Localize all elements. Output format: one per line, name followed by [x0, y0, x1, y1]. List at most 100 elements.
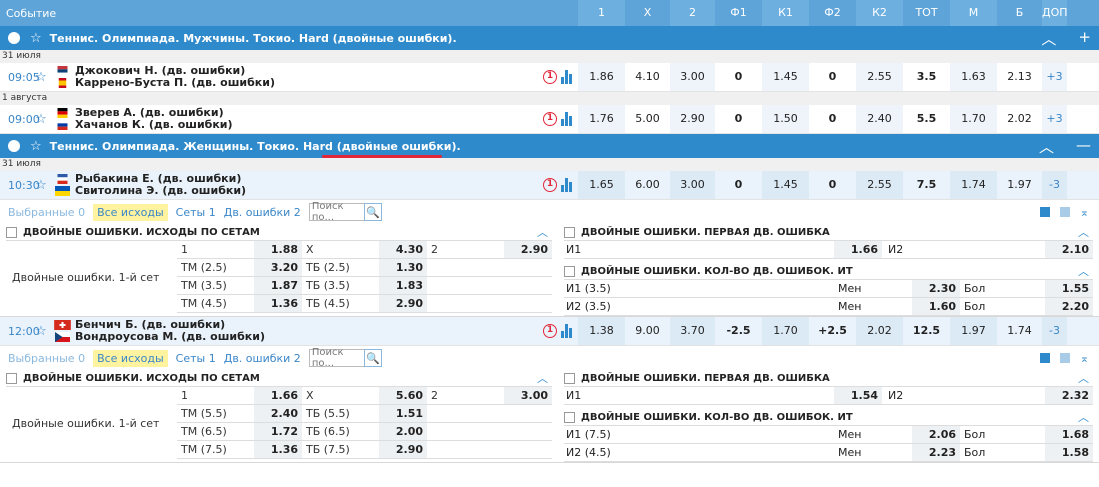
- chevron-up-icon[interactable]: ︿: [537, 224, 548, 240]
- stats-bars-icon[interactable]: [561, 70, 572, 84]
- odd-total-under[interactable]: 1.36: [254, 295, 302, 312]
- chevron-up-icon[interactable]: ︿: [1041, 28, 1056, 49]
- odd-total-over[interactable]: 1.51: [379, 405, 427, 422]
- two-column-view-icon[interactable]: [1039, 353, 1050, 363]
- odd-over[interactable]: 1.55: [1045, 280, 1093, 297]
- odd-cell[interactable]: 2.02: [856, 317, 903, 345]
- player-2[interactable]: Каррено-Буста П. (дв. ошибки): [75, 77, 275, 89]
- odd-cell[interactable]: 7.5: [903, 171, 950, 199]
- odd-x[interactable]: 5.60: [379, 387, 427, 404]
- odd-cell[interactable]: +2.5: [809, 317, 856, 345]
- odd-under[interactable]: 2.06: [912, 426, 960, 443]
- tab-selected[interactable]: Выбранные 0: [8, 206, 85, 219]
- odd-1[interactable]: 1.88: [254, 241, 302, 258]
- chevron-up-icon[interactable]: ︿: [1078, 224, 1089, 240]
- odd-total-over[interactable]: 2.90: [379, 295, 427, 312]
- checkbox[interactable]: [564, 226, 575, 238]
- odd-cell[interactable]: 2.40: [856, 105, 903, 133]
- checkbox[interactable]: [6, 372, 17, 384]
- odd-x[interactable]: 4.30: [379, 241, 427, 258]
- odd-cell[interactable]: 5.00: [625, 105, 670, 133]
- col-dop[interactable]: ДОП: [1042, 0, 1068, 26]
- chevron-up-icon[interactable]: ︿: [1078, 370, 1089, 386]
- odd-cell[interactable]: +3: [1042, 105, 1067, 133]
- odd-cell[interactable]: 1.76: [578, 105, 625, 133]
- odd-cell[interactable]: 1.97: [950, 317, 997, 345]
- odd-under[interactable]: 2.30: [912, 280, 960, 297]
- star-icon[interactable]: ☆: [30, 139, 42, 154]
- star-icon[interactable]: ☆: [32, 178, 50, 193]
- odd-cell[interactable]: 0: [809, 105, 856, 133]
- plus-icon[interactable]: +: [1078, 28, 1091, 49]
- league-header-men[interactable]: ☆ Теннис. Олимпиада. Мужчины. Токио. Har…: [0, 26, 1099, 50]
- checkbox[interactable]: [564, 265, 575, 277]
- odd-cell[interactable]: 0: [809, 171, 856, 199]
- match-row[interactable]: 09:05 ☆ Джокович Н. (дв. ошибки) Каррено-…: [0, 63, 1099, 92]
- odd-cell[interactable]: 3.00: [670, 171, 715, 199]
- odd-cell[interactable]: 1.70: [950, 105, 997, 133]
- odd-cell[interactable]: 1.74: [997, 317, 1042, 345]
- odd-1[interactable]: 1.66: [254, 387, 302, 404]
- checkbox[interactable]: [564, 411, 575, 423]
- stats-bars-icon[interactable]: [561, 178, 572, 192]
- two-column-view-icon[interactable]: [1039, 207, 1050, 217]
- odd-total-under[interactable]: 3.20: [254, 259, 302, 276]
- col-tot[interactable]: ТОТ: [903, 0, 950, 26]
- odd-cell[interactable]: 3.00: [670, 63, 715, 91]
- one-column-view-icon[interactable]: [1059, 207, 1070, 217]
- col-k2[interactable]: К2: [856, 0, 903, 26]
- odd-under[interactable]: 1.60: [912, 298, 960, 315]
- odd-cell[interactable]: 9.00: [625, 317, 670, 345]
- chevron-up-icon[interactable]: ︿: [1039, 136, 1054, 157]
- col-b[interactable]: Б: [997, 0, 1042, 26]
- odd-2[interactable]: 3.00: [504, 387, 552, 404]
- chevron-up-icon[interactable]: ︿: [537, 370, 548, 386]
- chevron-up-icon[interactable]: ︿: [1078, 263, 1089, 279]
- odd-under[interactable]: 2.23: [912, 444, 960, 461]
- odd-cell[interactable]: 0: [715, 105, 762, 133]
- odd-cell[interactable]: +3: [1042, 63, 1067, 91]
- live-circle-icon[interactable]: 1: [543, 70, 557, 84]
- odd-total-over[interactable]: 1.30: [379, 259, 427, 276]
- collapse-icon[interactable]: ⌅: [1080, 206, 1089, 219]
- search-input[interactable]: Поиск по...: [308, 201, 365, 223]
- search-input[interactable]: Поиск по...: [308, 347, 365, 369]
- col-k1[interactable]: К1: [762, 0, 809, 26]
- col-f2[interactable]: Ф2: [809, 0, 856, 26]
- odd-cell[interactable]: 12.5: [903, 317, 950, 345]
- col-m[interactable]: М: [950, 0, 997, 26]
- tab-sets[interactable]: Сеты 1: [176, 206, 216, 219]
- odd-total-over[interactable]: 2.90: [379, 441, 427, 458]
- odd-cell[interactable]: 1.63: [950, 63, 997, 91]
- one-column-view-icon[interactable]: [1059, 353, 1070, 363]
- odd-cell[interactable]: -3: [1042, 171, 1067, 199]
- player-2[interactable]: Свитолина Э. (дв. ошибки): [75, 185, 246, 197]
- search-icon[interactable]: 🔍: [363, 349, 382, 367]
- odd-over[interactable]: 1.58: [1045, 444, 1093, 461]
- odd-over[interactable]: 2.20: [1045, 298, 1093, 315]
- odd-total-under[interactable]: 1.36: [254, 441, 302, 458]
- odd-cell[interactable]: 0: [809, 63, 856, 91]
- odd-cell[interactable]: 0: [715, 63, 762, 91]
- minus-icon[interactable]: —: [1076, 136, 1091, 157]
- odd-cell[interactable]: 0: [715, 171, 762, 199]
- odd-cell[interactable]: 1.74: [950, 171, 997, 199]
- odd-cell[interactable]: 1.45: [762, 63, 809, 91]
- odd-i2[interactable]: 2.10: [1045, 241, 1093, 258]
- odd-cell[interactable]: 1.45: [762, 171, 809, 199]
- odd-2[interactable]: 2.90: [504, 241, 552, 258]
- odd-cell[interactable]: 5.5: [903, 105, 950, 133]
- player-2[interactable]: Хачанов К. (дв. ошибки): [75, 119, 233, 131]
- live-circle-icon[interactable]: 1: [543, 178, 557, 192]
- odd-cell[interactable]: 1.50: [762, 105, 809, 133]
- odd-cell[interactable]: 2.55: [856, 171, 903, 199]
- odd-total-over[interactable]: 1.83: [379, 277, 427, 294]
- odd-i1[interactable]: 1.54: [834, 387, 882, 404]
- collapse-icon[interactable]: ⌅: [1080, 352, 1089, 365]
- col-x[interactable]: X: [625, 0, 670, 26]
- odd-cell[interactable]: 2.55: [856, 63, 903, 91]
- odd-total-under[interactable]: 1.72: [254, 423, 302, 440]
- odd-cell[interactable]: 2.13: [997, 63, 1042, 91]
- star-icon[interactable]: ☆: [32, 112, 50, 127]
- odd-cell[interactable]: 1.97: [997, 171, 1042, 199]
